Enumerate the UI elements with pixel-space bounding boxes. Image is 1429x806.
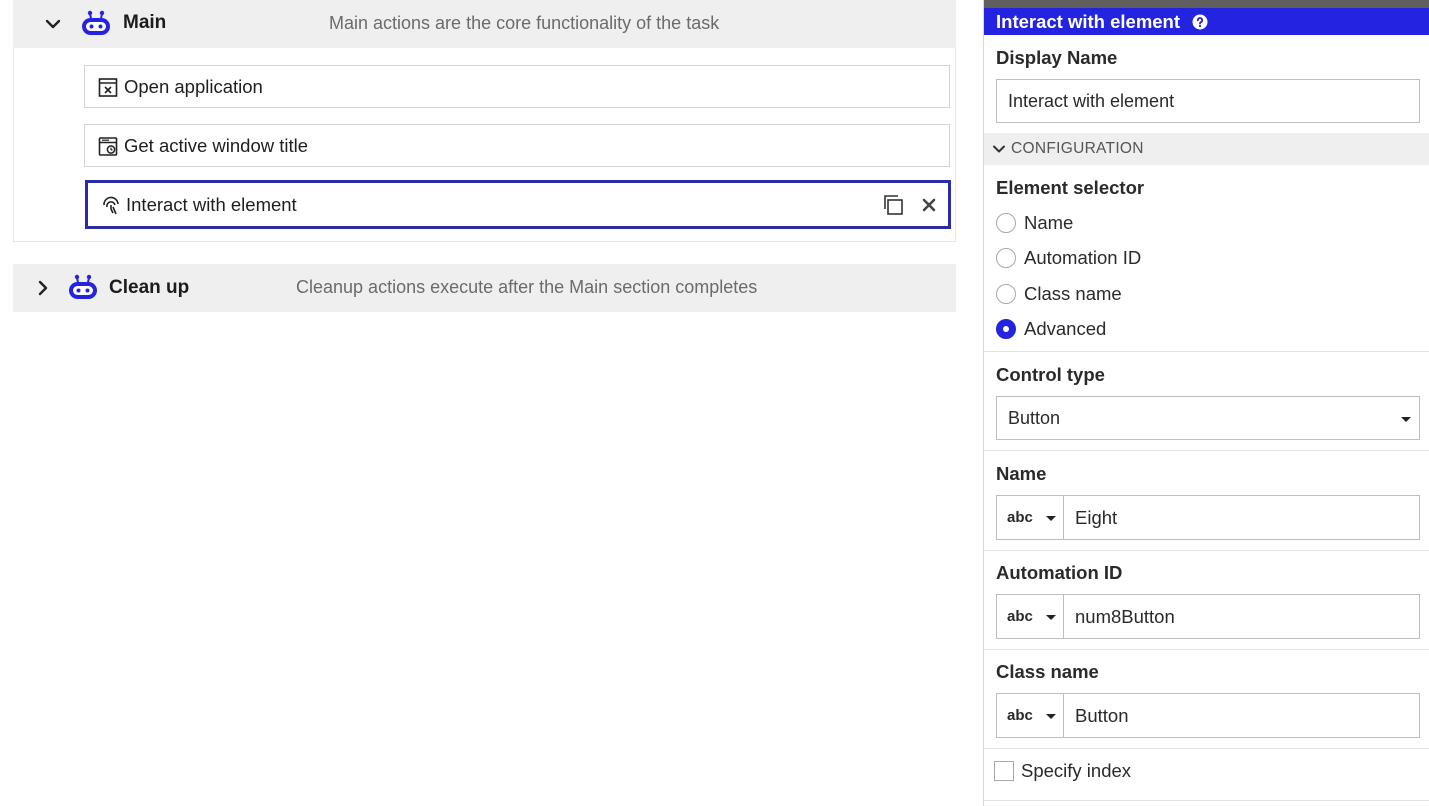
type-label: abc [1007,509,1033,526]
dropdown-arrow-icon [1046,714,1056,719]
class-name-label: Class name [996,661,1099,682]
radio-label: Class name [1024,283,1122,304]
divider [984,649,1429,650]
panel-title: Interact with element [996,10,1181,32]
action-open-application[interactable]: Open application [84,65,950,108]
radio-label: Advanced [1024,318,1107,339]
radio-label: Automation ID [1024,247,1142,268]
dropdown-arrow-icon [1401,417,1411,422]
configuration-header[interactable]: CONFIGURATION [984,133,1429,165]
divider [984,748,1429,749]
section-main-title: Main [123,12,167,33]
section-cleanup-header[interactable]: Clean up Cleanup actions execute after t… [13,264,956,312]
name-field[interactable]: abc Eight [996,495,1420,540]
specify-index-checkbox[interactable] [994,761,1014,781]
divider [984,450,1429,451]
duplicate-icon[interactable] [880,192,906,218]
element-selector-label: Element selector [996,177,1145,198]
action-label: Get active window title [124,134,309,156]
name-value[interactable]: Eight [1075,496,1117,539]
dropdown-arrow-icon [1046,516,1056,521]
workflow-canvas: Main Main actions are the core functiona… [0,0,968,806]
class-name-type-dropdown[interactable]: abc [997,694,1064,737]
close-icon[interactable] [916,192,942,218]
chevron-right-icon[interactable] [33,278,53,298]
help-icon[interactable] [1192,14,1208,30]
specify-index-label: Specify index [1021,760,1132,781]
fingerprint-icon [103,196,119,214]
automation-id-value[interactable]: num8Button [1075,595,1175,638]
robot-icon [69,274,97,299]
divider [984,351,1429,352]
specify-index-option[interactable]: Specify index [994,758,1131,784]
radio-option-automation-id[interactable]: Automation ID [996,244,1141,272]
section-main-header[interactable]: Main Main actions are the core functiona… [13,0,956,48]
panel-top-bar [984,0,1429,8]
action-label: Interact with element [126,193,297,215]
automation-id-field[interactable]: abc num8Button [996,594,1420,639]
action-interact-with-element[interactable]: Interact with element [85,180,951,229]
class-name-field[interactable]: abc Button [996,693,1420,738]
radio-button[interactable] [996,248,1016,268]
open-application-icon [98,77,118,97]
section-cleanup-title: Clean up [109,277,190,298]
robot-icon [82,10,110,35]
chevron-down-icon[interactable] [43,14,63,34]
section-main-description: Main actions are the core functionality … [329,13,720,33]
display-name-label: Display Name [996,47,1118,68]
action-get-active-window-title[interactable]: Get active window title [84,124,950,167]
chevron-down-icon [993,145,1005,153]
display-name-value: Interact with element [1008,90,1175,111]
control-type-label: Control type [996,364,1105,385]
control-type-select[interactable]: Button [996,396,1420,440]
radio-option-class-name[interactable]: Class name [996,280,1122,308]
display-name-input[interactable]: Interact with element [996,79,1420,123]
radio-button-selected[interactable] [996,319,1016,339]
radio-label: Name [1024,212,1074,233]
radio-button[interactable] [996,284,1016,304]
divider [984,550,1429,551]
control-type-value: Button [1008,407,1061,428]
class-name-value[interactable]: Button [1075,694,1129,737]
name-type-dropdown[interactable]: abc [997,496,1064,539]
type-label: abc [1007,707,1033,724]
divider [984,800,1429,801]
radio-button[interactable] [996,213,1016,233]
radio-option-advanced[interactable]: Advanced [996,315,1106,343]
type-label: abc [1007,608,1033,625]
section-cleanup-description: Cleanup actions execute after the Main s… [296,277,758,297]
window-title-icon [98,136,118,156]
radio-option-name[interactable]: Name [996,209,1073,237]
configuration-header-text: CONFIGURATION [1011,140,1144,157]
action-label: Open application [124,75,263,97]
automation-id-type-dropdown[interactable]: abc [997,595,1064,638]
properties-panel: Interact with element Display Name Inter… [983,0,1429,806]
dropdown-arrow-icon [1046,615,1056,620]
name-label: Name [996,463,1047,484]
automation-id-label: Automation ID [996,562,1123,583]
panel-title-bar: Interact with element [984,8,1429,35]
